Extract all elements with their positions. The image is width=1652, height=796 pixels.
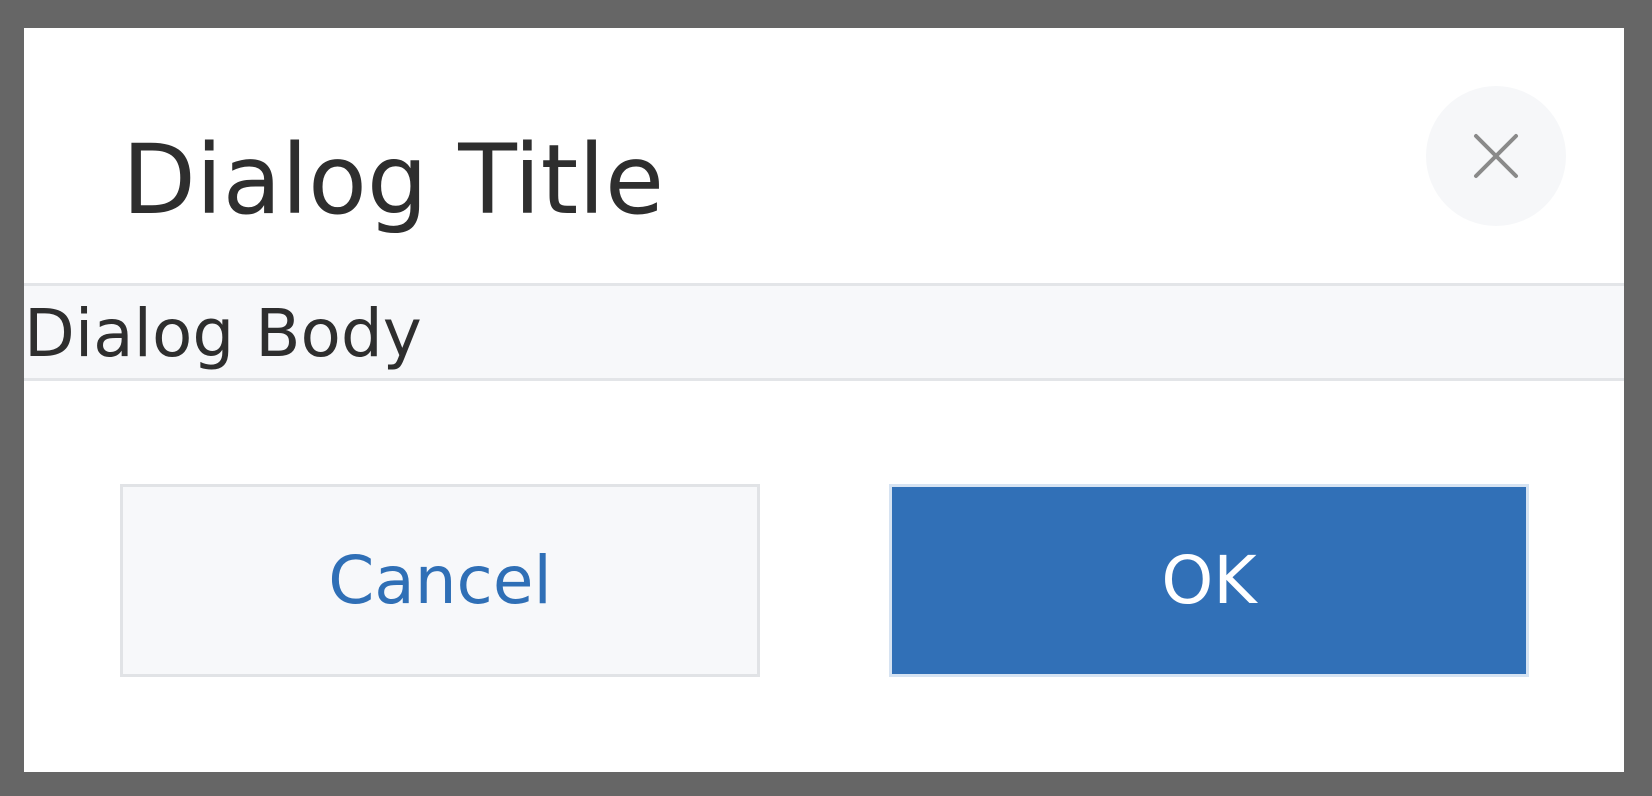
close-button[interactable] bbox=[1426, 86, 1566, 226]
dialog-body: Dialog Body bbox=[24, 283, 1624, 381]
ok-button[interactable]: OK bbox=[889, 484, 1529, 677]
dialog: Dialog Title Dialog Body Cancel OK bbox=[24, 28, 1624, 772]
close-icon bbox=[1474, 134, 1518, 178]
cancel-button[interactable]: Cancel bbox=[120, 484, 760, 677]
dialog-title: Dialog Title bbox=[122, 124, 665, 236]
dialog-body-text: Dialog Body bbox=[24, 295, 422, 372]
